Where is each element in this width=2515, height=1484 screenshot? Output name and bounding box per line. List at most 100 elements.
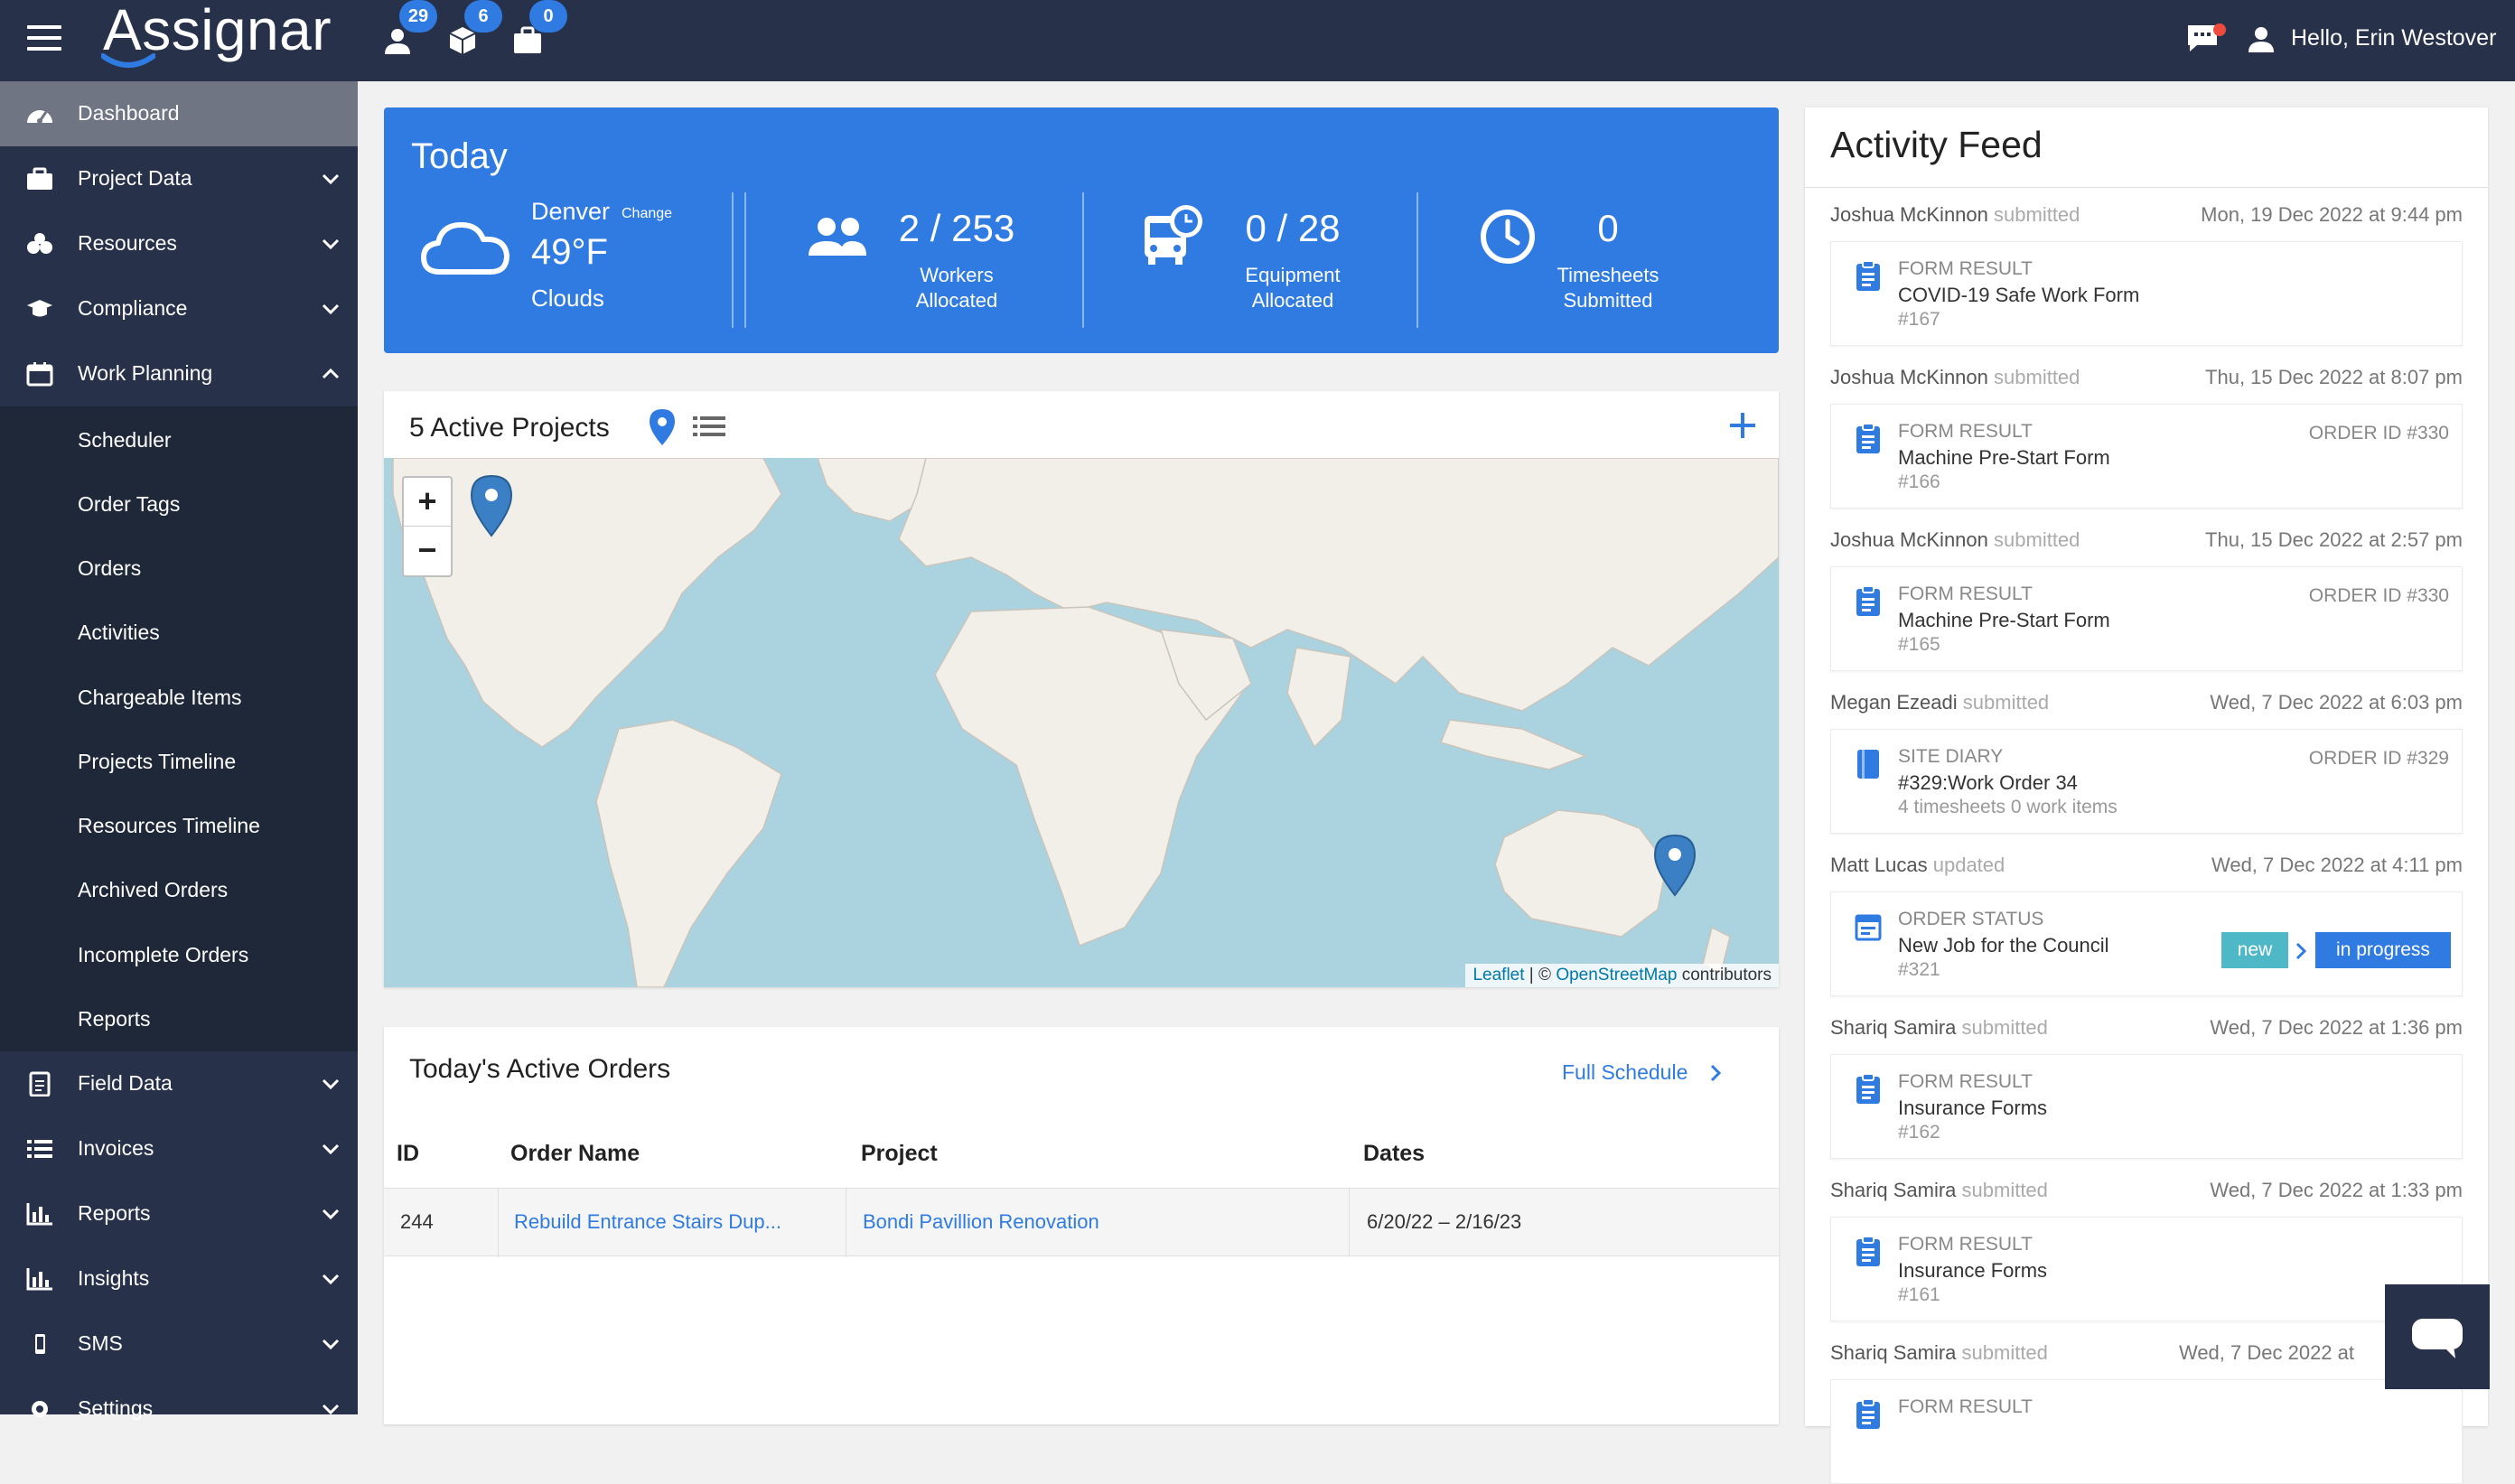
calendar-icon (26, 362, 53, 387)
support-chat-button[interactable] (2385, 1284, 2490, 1389)
chevron-down-icon (322, 1078, 340, 1090)
feed-entry-card[interactable]: FORM RESULT (1830, 1379, 2463, 1484)
status-badge-to: in progress (2315, 932, 2451, 968)
weather-city: Denver (531, 198, 611, 225)
submenu-item-archived-orders[interactable]: Archived Orders (78, 878, 228, 902)
add-project-icon[interactable] (1726, 409, 1759, 442)
chevron-right-icon (1710, 1064, 1721, 1082)
chat-bubble-icon (2412, 1319, 2463, 1358)
order-id-label[interactable]: ORDER ID #329 (2309, 748, 2449, 770)
list-icon (27, 1140, 52, 1158)
feed-entry-card[interactable]: FORM RESULT Insurance Forms #161 (1830, 1217, 2463, 1321)
sidebar-item-settings[interactable]: Settings (0, 1377, 358, 1442)
order-name-link[interactable]: Rebuild Entrance Stairs Dup... (514, 1210, 781, 1234)
sidebar-item-work-planning[interactable]: Work Planning (0, 341, 358, 406)
column-header-dates[interactable]: Dates (1363, 1141, 1425, 1167)
chevron-down-icon (322, 1274, 340, 1285)
user-icon[interactable] (2246, 23, 2277, 54)
change-location-link[interactable]: Change (622, 206, 672, 222)
column-header-project[interactable]: Project (861, 1141, 938, 1167)
osm-link[interactable]: OpenStreetMap (1556, 966, 1677, 985)
zoom-out-button[interactable]: − (404, 527, 451, 575)
sidebar-item-reports[interactable]: Reports (0, 1181, 358, 1246)
project-link[interactable]: Bondi Pavillion Renovation (863, 1210, 1099, 1234)
sidebar-item-project-data[interactable]: Project Data (0, 146, 358, 211)
full-schedule-link[interactable]: Full Schedule (1562, 1059, 1721, 1085)
chevron-down-icon (322, 1209, 340, 1220)
dashboard-icon (27, 110, 52, 124)
weather-condition: Clouds (531, 285, 604, 312)
sidebar-item-field-data[interactable]: Field Data (0, 1051, 358, 1116)
active-projects-card: 5 Active Projects + − Leaflet | © OpenSt… (384, 391, 1779, 987)
sidebar-item-resources[interactable]: Resources (0, 211, 358, 276)
user-greeting[interactable]: Hello, Erin Westover (2291, 25, 2496, 51)
feed-entry-header: Shariq Samira submitted Wed, 7 Dec 2022 a… (1830, 1179, 2463, 1201)
book-icon (1857, 750, 1879, 779)
submenu-item-resources-timeline[interactable]: Resources Timeline (78, 814, 260, 838)
feed-entry-card[interactable]: FORM RESULT COVID-19 Safe Work Form #167 (1830, 241, 2463, 346)
calendar-icon (1855, 914, 1882, 941)
feed-entry-header: Joshua McKinnon submitted Thu, 15 Dec 202… (1830, 366, 2463, 388)
box-counter[interactable]: 6 (444, 0, 502, 58)
column-header-id[interactable]: ID (397, 1141, 419, 1167)
world-map-graphic (392, 458, 1779, 987)
bar-chart-icon (26, 1203, 52, 1226)
map-marker-icon[interactable] (469, 474, 514, 537)
map-attribution: Leaflet | © OpenStreetMap contributors (1465, 964, 1779, 987)
sidebar-item-insights[interactable]: Insights (0, 1246, 358, 1311)
zoom-in-button[interactable]: + (404, 478, 451, 527)
feed-entry-card[interactable]: ORDER STATUS New Job for the Council #32… (1830, 891, 2463, 996)
list-view-icon[interactable] (691, 413, 727, 440)
notification-dot (2213, 23, 2226, 36)
chevron-down-icon (322, 303, 340, 315)
submenu-item-orders[interactable]: Orders (78, 556, 141, 581)
clipboard-icon (29, 1071, 51, 1097)
submenu-item-projects-timeline[interactable]: Projects Timeline (78, 750, 236, 774)
column-header-order-name[interactable]: Order Name (510, 1141, 640, 1167)
feed-title: Activity Feed (1830, 124, 2043, 165)
bar-chart-icon (26, 1268, 52, 1291)
graduation-cap-icon (27, 300, 52, 317)
gear-icon (32, 1401, 48, 1417)
submenu-item-order-tags[interactable]: Order Tags (78, 492, 180, 517)
people-counter[interactable]: 29 (379, 0, 437, 58)
workers-icon (809, 218, 866, 256)
submenu-item-chargeable-items[interactable]: Chargeable Items (78, 686, 242, 710)
clipboard-icon (1856, 1398, 1880, 1429)
submenu-item-scheduler[interactable]: Scheduler (78, 428, 172, 453)
map-pin-icon[interactable] (648, 407, 677, 447)
feed-entry-card[interactable]: FORM RESULT Machine Pre-Start Form #165 … (1830, 566, 2463, 671)
workers-label-2: Allocated (915, 289, 998, 312)
work-planning-submenu: Scheduler Order Tags Orders Activities C… (0, 406, 358, 1051)
feed-entry-header: Matt Lucas updated Wed, 7 Dec 2022 at 4:1… (1830, 854, 2463, 876)
order-id-label[interactable]: ORDER ID #330 (2309, 585, 2449, 607)
submenu-item-activities[interactable]: Activities (78, 621, 160, 645)
order-id-label[interactable]: ORDER ID #330 (2309, 423, 2449, 444)
feed-entry-card[interactable]: FORM RESULT Machine Pre-Start Form #166 … (1830, 404, 2463, 509)
sidebar-item-sms[interactable]: SMS (0, 1311, 358, 1377)
feed-entry-card[interactable]: FORM RESULT Insurance Forms #162 (1830, 1054, 2463, 1159)
projects-map[interactable]: + − Leaflet | © OpenStreetMap contributo… (384, 458, 1779, 987)
bag-counter[interactable]: 0 (510, 0, 567, 58)
orders-title: Today's Active Orders (409, 1054, 671, 1084)
submenu-item-reports[interactable]: Reports (78, 1007, 151, 1031)
equipment-label: Equipment (1245, 264, 1341, 286)
sidebar-item-invoices[interactable]: Invoices (0, 1116, 358, 1181)
hamburger-menu-icon[interactable] (27, 25, 61, 52)
timesheets-value: 0 (1597, 207, 1619, 249)
equipment-allocated-value: 0 / 28 (1245, 207, 1341, 249)
chevron-down-icon (322, 1404, 340, 1415)
workers-allocated-value: 2 / 253 (898, 207, 1015, 249)
feed-entry-header: Shariq Samira submitted Wed, 7 Dec 2022 a… (1830, 1016, 2463, 1039)
leaflet-link[interactable]: Leaflet (1473, 966, 1524, 985)
order-dates: 6/20/22 – 2/16/23 (1367, 1210, 1522, 1233)
map-marker-icon[interactable] (1652, 834, 1697, 897)
sidebar-item-dashboard[interactable]: Dashboard (0, 81, 358, 146)
table-row[interactable]: 244 Rebuild Entrance Stairs Dup... Bondi… (384, 1188, 1779, 1257)
timesheets-label: Timesheets (1557, 264, 1660, 286)
sidebar-item-compliance[interactable]: Compliance (0, 276, 358, 341)
submenu-item-incomplete-orders[interactable]: Incomplete Orders (78, 943, 248, 967)
divider (1082, 192, 1084, 328)
chevron-down-icon (322, 1339, 340, 1350)
feed-entry-card[interactable]: SITE DIARY #329:Work Order 34 4 timeshee… (1830, 729, 2463, 834)
